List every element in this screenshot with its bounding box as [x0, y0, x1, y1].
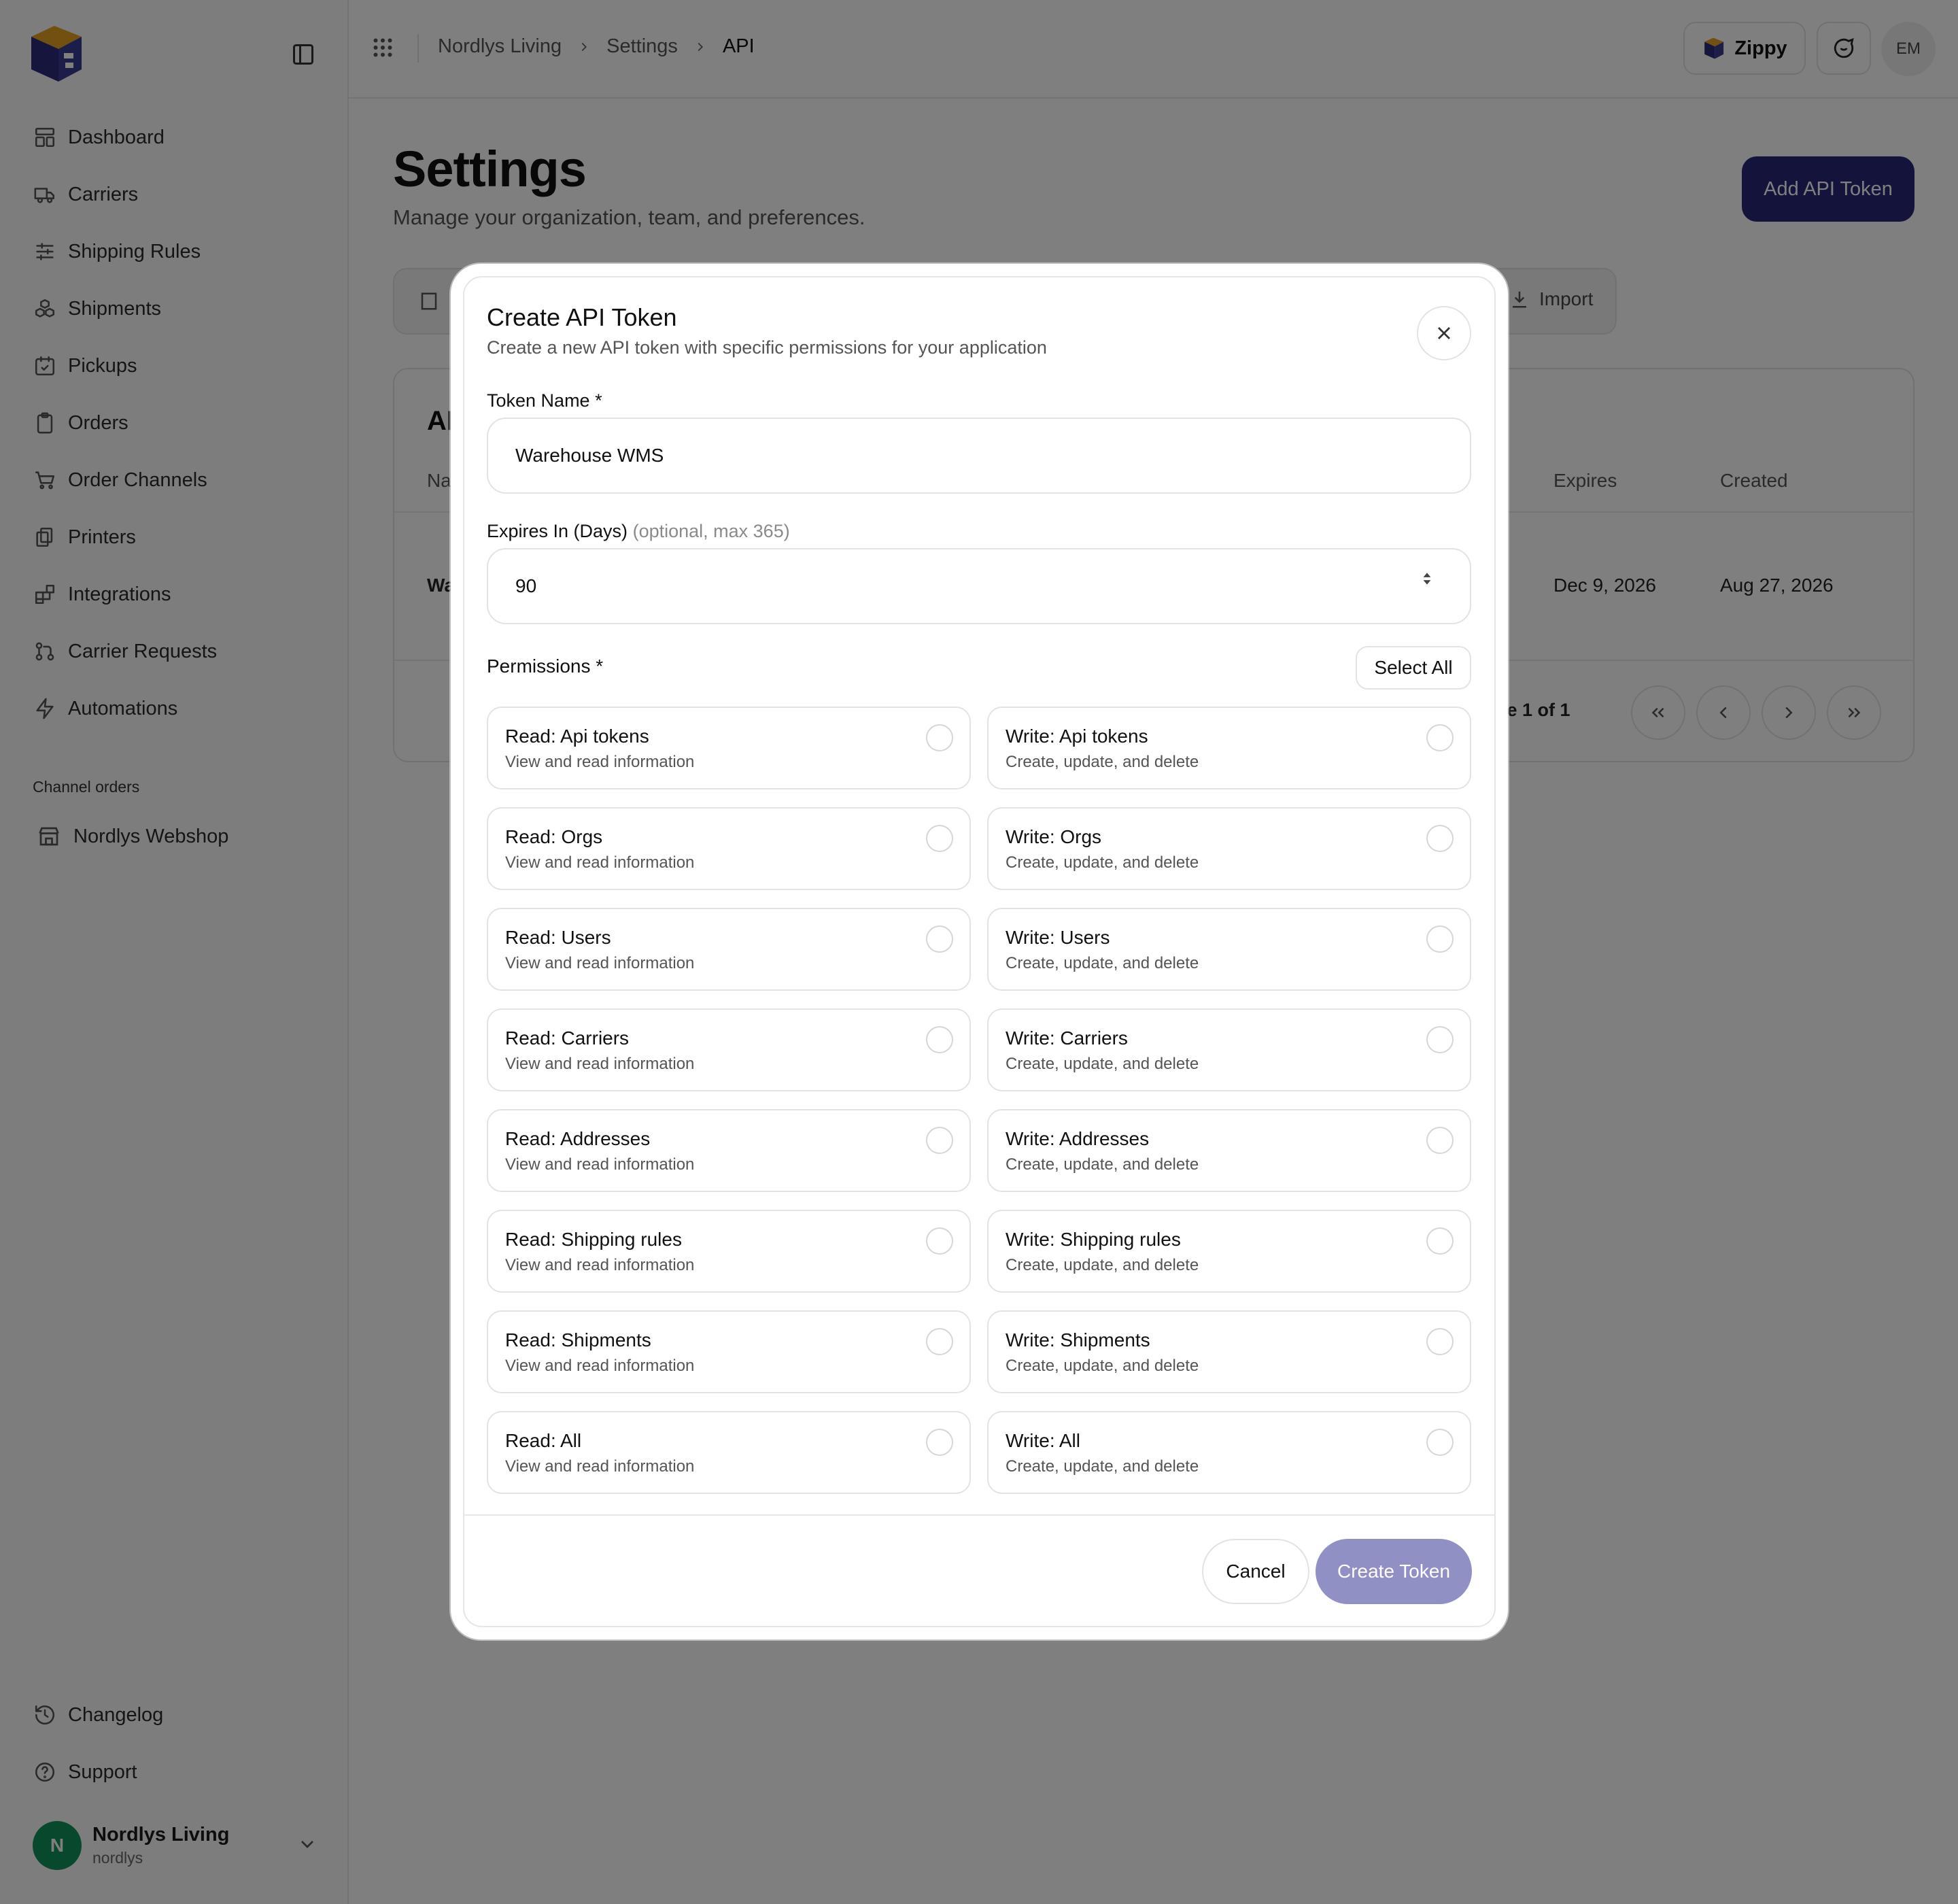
permission-title: Read: All — [505, 1430, 582, 1451]
expires-label: Expires In (Days) (optional, max 365) — [487, 521, 790, 542]
permission-checkbox[interactable] — [926, 1227, 953, 1255]
permission-option[interactable]: Read: Api tokens View and read informatio… — [487, 707, 971, 789]
permission-option[interactable]: Read: Addresses View and read information — [487, 1109, 971, 1192]
permissions-grid: Read: Api tokens View and read informatio… — [487, 707, 1471, 1494]
permission-description: Create, update, and delete — [1006, 853, 1199, 872]
permission-checkbox[interactable] — [1426, 1328, 1454, 1355]
number-stepper-icon[interactable] — [1418, 570, 1436, 588]
select-all-button[interactable]: Select All — [1356, 646, 1471, 690]
permission-checkbox[interactable] — [926, 1026, 953, 1053]
cancel-button[interactable]: Cancel — [1202, 1539, 1309, 1604]
permission-checkbox[interactable] — [926, 1429, 953, 1456]
create-token-button[interactable]: Create Token — [1316, 1539, 1472, 1604]
permission-option[interactable]: Read: Shipping rules View and read inform… — [487, 1210, 971, 1293]
permission-checkbox[interactable] — [1426, 1127, 1454, 1154]
permission-title: Read: Orgs — [505, 826, 603, 847]
permission-checkbox[interactable] — [1426, 925, 1454, 953]
permission-title: Write: Api tokens — [1006, 726, 1148, 747]
close-dialog-button[interactable] — [1417, 306, 1471, 360]
permission-description: Create, update, and delete — [1006, 753, 1199, 771]
permission-description: View and read information — [505, 1055, 695, 1073]
permission-title: Read: Carriers — [505, 1027, 630, 1049]
permission-option[interactable]: Write: All Create, update, and delete — [987, 1411, 1471, 1494]
permission-description: Create, update, and delete — [1006, 1055, 1199, 1073]
permission-description: View and read information — [505, 853, 695, 872]
expires-hint: (optional, max 365) — [632, 521, 790, 541]
permission-checkbox[interactable] — [1426, 1429, 1454, 1456]
permission-title: Write: Shipping rules — [1006, 1229, 1181, 1250]
token-name-label: Token Name * — [487, 390, 602, 411]
permission-checkbox[interactable] — [926, 1127, 953, 1154]
permission-checkbox[interactable] — [926, 1328, 953, 1355]
permission-description: View and read information — [505, 1155, 695, 1174]
permission-description: View and read information — [505, 1256, 695, 1274]
permission-title: Read: Addresses — [505, 1128, 651, 1149]
permission-title: Write: All — [1006, 1430, 1080, 1451]
permission-checkbox[interactable] — [1426, 724, 1454, 751]
permission-description: Create, update, and delete — [1006, 1256, 1199, 1274]
create-api-token-dialog: Create API Token Create a new API token … — [458, 271, 1501, 1633]
permission-checkbox[interactable] — [1426, 825, 1454, 852]
permission-option[interactable]: Read: Shipments View and read information — [487, 1310, 971, 1393]
divider — [464, 1514, 1494, 1516]
close-icon — [1438, 327, 1450, 339]
expires-label-text: Expires In (Days) — [487, 521, 628, 541]
permission-checkbox[interactable] — [1426, 1227, 1454, 1255]
permission-title: Read: Shipping rules — [505, 1229, 682, 1250]
permission-title: Write: Users — [1006, 927, 1110, 948]
permission-option[interactable]: Write: Users Create, update, and delete — [987, 908, 1471, 991]
expires-days-input[interactable] — [487, 548, 1471, 624]
permission-description: Create, update, and delete — [1006, 954, 1199, 972]
token-name-input[interactable] — [487, 418, 1471, 494]
permission-title: Write: Orgs — [1006, 826, 1102, 847]
app-root: DashboardCarriersShipping RulesShipments… — [0, 0, 1958, 1904]
permission-option[interactable]: Write: Shipments Create, update, and dele… — [987, 1310, 1471, 1393]
permission-option[interactable]: Write: Orgs Create, update, and delete — [987, 807, 1471, 890]
permission-description: Create, update, and delete — [1006, 1457, 1199, 1476]
permission-description: Create, update, and delete — [1006, 1155, 1199, 1174]
permissions-label: Permissions * — [487, 656, 604, 677]
dialog-title: Create API Token — [487, 303, 677, 331]
permission-checkbox[interactable] — [926, 925, 953, 953]
permission-option[interactable]: Write: Shipping rules Create, update, and… — [987, 1210, 1471, 1293]
permission-checkbox[interactable] — [1426, 1026, 1454, 1053]
permission-title: Read: Api tokens — [505, 726, 649, 747]
permission-title: Write: Carriers — [1006, 1027, 1128, 1049]
permission-option[interactable]: Read: Orgs View and read information — [487, 807, 971, 890]
permission-option[interactable]: Read: Carriers View and read information — [487, 1008, 971, 1091]
permission-checkbox[interactable] — [926, 724, 953, 751]
permission-title: Write: Addresses — [1006, 1128, 1150, 1149]
permission-option[interactable]: Write: Carriers Create, update, and delet… — [987, 1008, 1471, 1091]
permission-description: View and read information — [505, 753, 695, 771]
permission-title: Read: Shipments — [505, 1329, 651, 1350]
dialog-description: Create a new API token with specific per… — [487, 337, 1047, 358]
permission-checkbox[interactable] — [926, 825, 953, 852]
permission-title: Write: Shipments — [1006, 1329, 1150, 1350]
permission-option[interactable]: Read: Users View and read information — [487, 908, 971, 991]
permission-option[interactable]: Write: Api tokens Create, update, and del… — [987, 707, 1471, 789]
permission-option[interactable]: Read: All View and read information — [487, 1411, 971, 1494]
permission-description: Create, update, and delete — [1006, 1357, 1199, 1375]
permission-option[interactable]: Write: Addresses Create, update, and dele… — [987, 1109, 1471, 1192]
permission-description: View and read information — [505, 954, 695, 972]
permission-description: View and read information — [505, 1357, 695, 1375]
permission-description: View and read information — [505, 1457, 695, 1476]
permission-title: Read: Users — [505, 927, 611, 948]
